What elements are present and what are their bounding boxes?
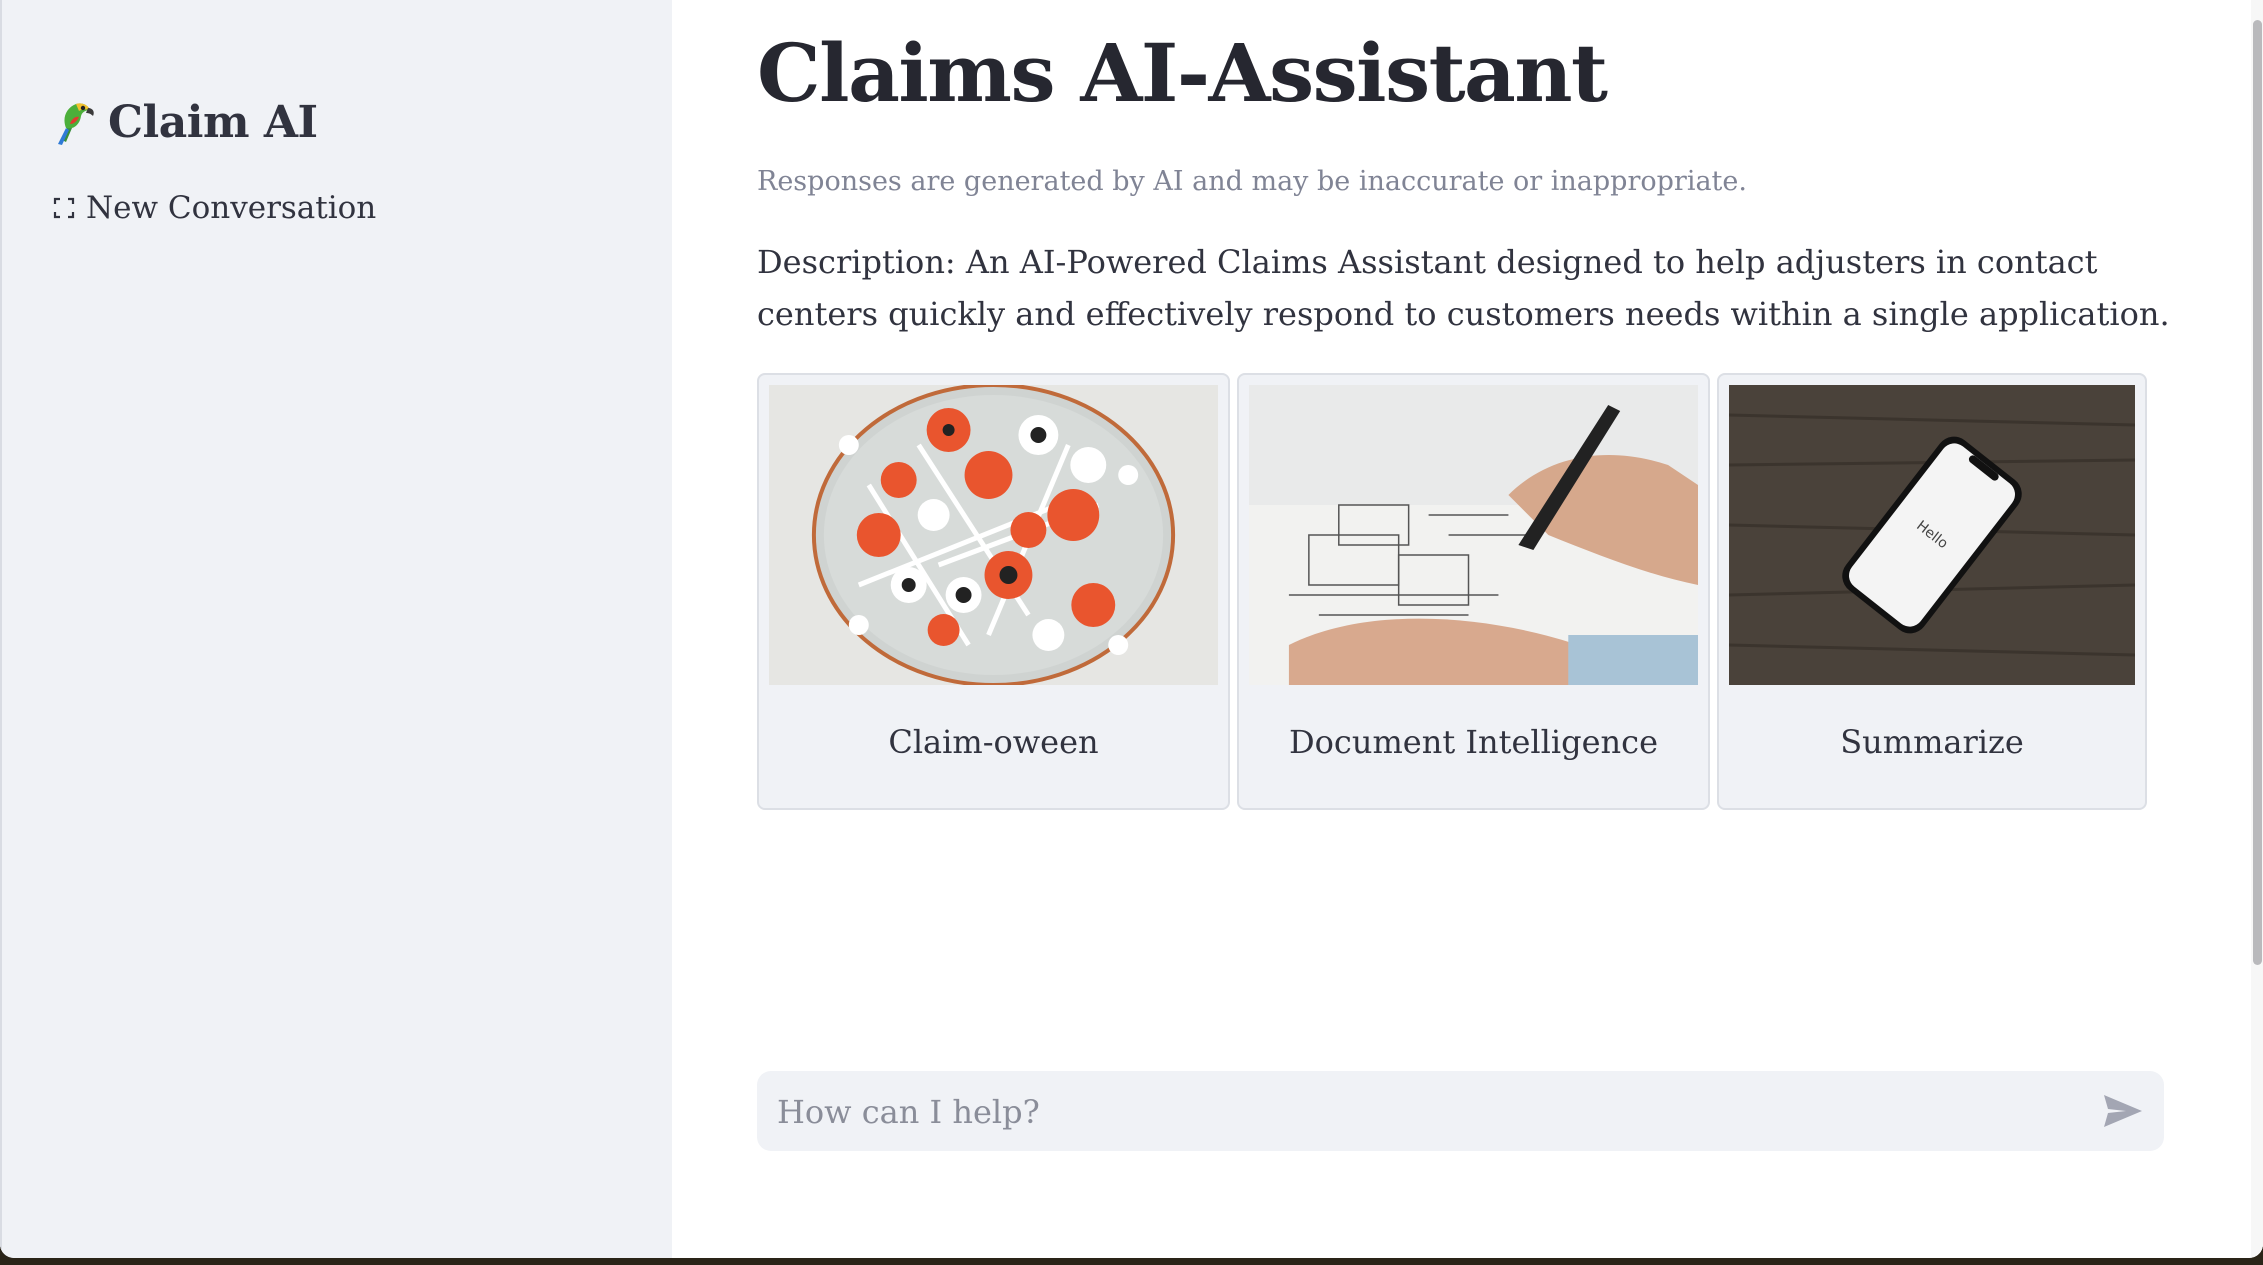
card-document-intelligence[interactable]: Document Intelligence (1237, 373, 1710, 810)
hand-drawing-blueprint-photo (1249, 385, 1698, 685)
app-window: Claim AI New Conversation Claims AI-Assi… (0, 0, 2263, 1258)
scrollbar[interactable] (2251, 0, 2263, 1258)
new-conversation-label: New Conversation (86, 190, 377, 226)
card-summarize[interactable]: Hello Summarize (1717, 373, 2147, 810)
card-label: Summarize (1840, 723, 2024, 761)
main-content: Claims AI-Assistant Responses are genera… (672, 0, 2263, 1258)
chat-input[interactable] (775, 1071, 2059, 1153)
smartphone-on-wood-photo: Hello (1729, 385, 2135, 685)
parrot-icon (58, 103, 94, 145)
disclaimer-text: Responses are generated by AI and may be… (757, 166, 1747, 197)
send-icon[interactable] (2102, 1091, 2144, 1131)
card-label: Claim-oween (888, 723, 1099, 761)
halloween-lollipops-photo (769, 385, 1218, 685)
brand-title: Claim AI (108, 96, 318, 148)
sidebar: Claim AI New Conversation (0, 0, 672, 1258)
description-text: Description: An AI-Powered Claims Assist… (757, 243, 2170, 333)
expand-icon (53, 197, 75, 219)
chat-input-box (757, 1071, 2164, 1153)
brand: Claim AI (48, 96, 318, 148)
card-grid: Claim-oween Document Intelligence Hello … (757, 373, 2147, 810)
card-claim-oween[interactable]: Claim-oween (757, 373, 1230, 810)
scrollbar-thumb[interactable] (2253, 20, 2262, 965)
new-conversation-button[interactable]: New Conversation (52, 190, 376, 226)
card-label: Document Intelligence (1288, 723, 1658, 761)
page-title: Claims AI-Assistant (757, 26, 1608, 120)
